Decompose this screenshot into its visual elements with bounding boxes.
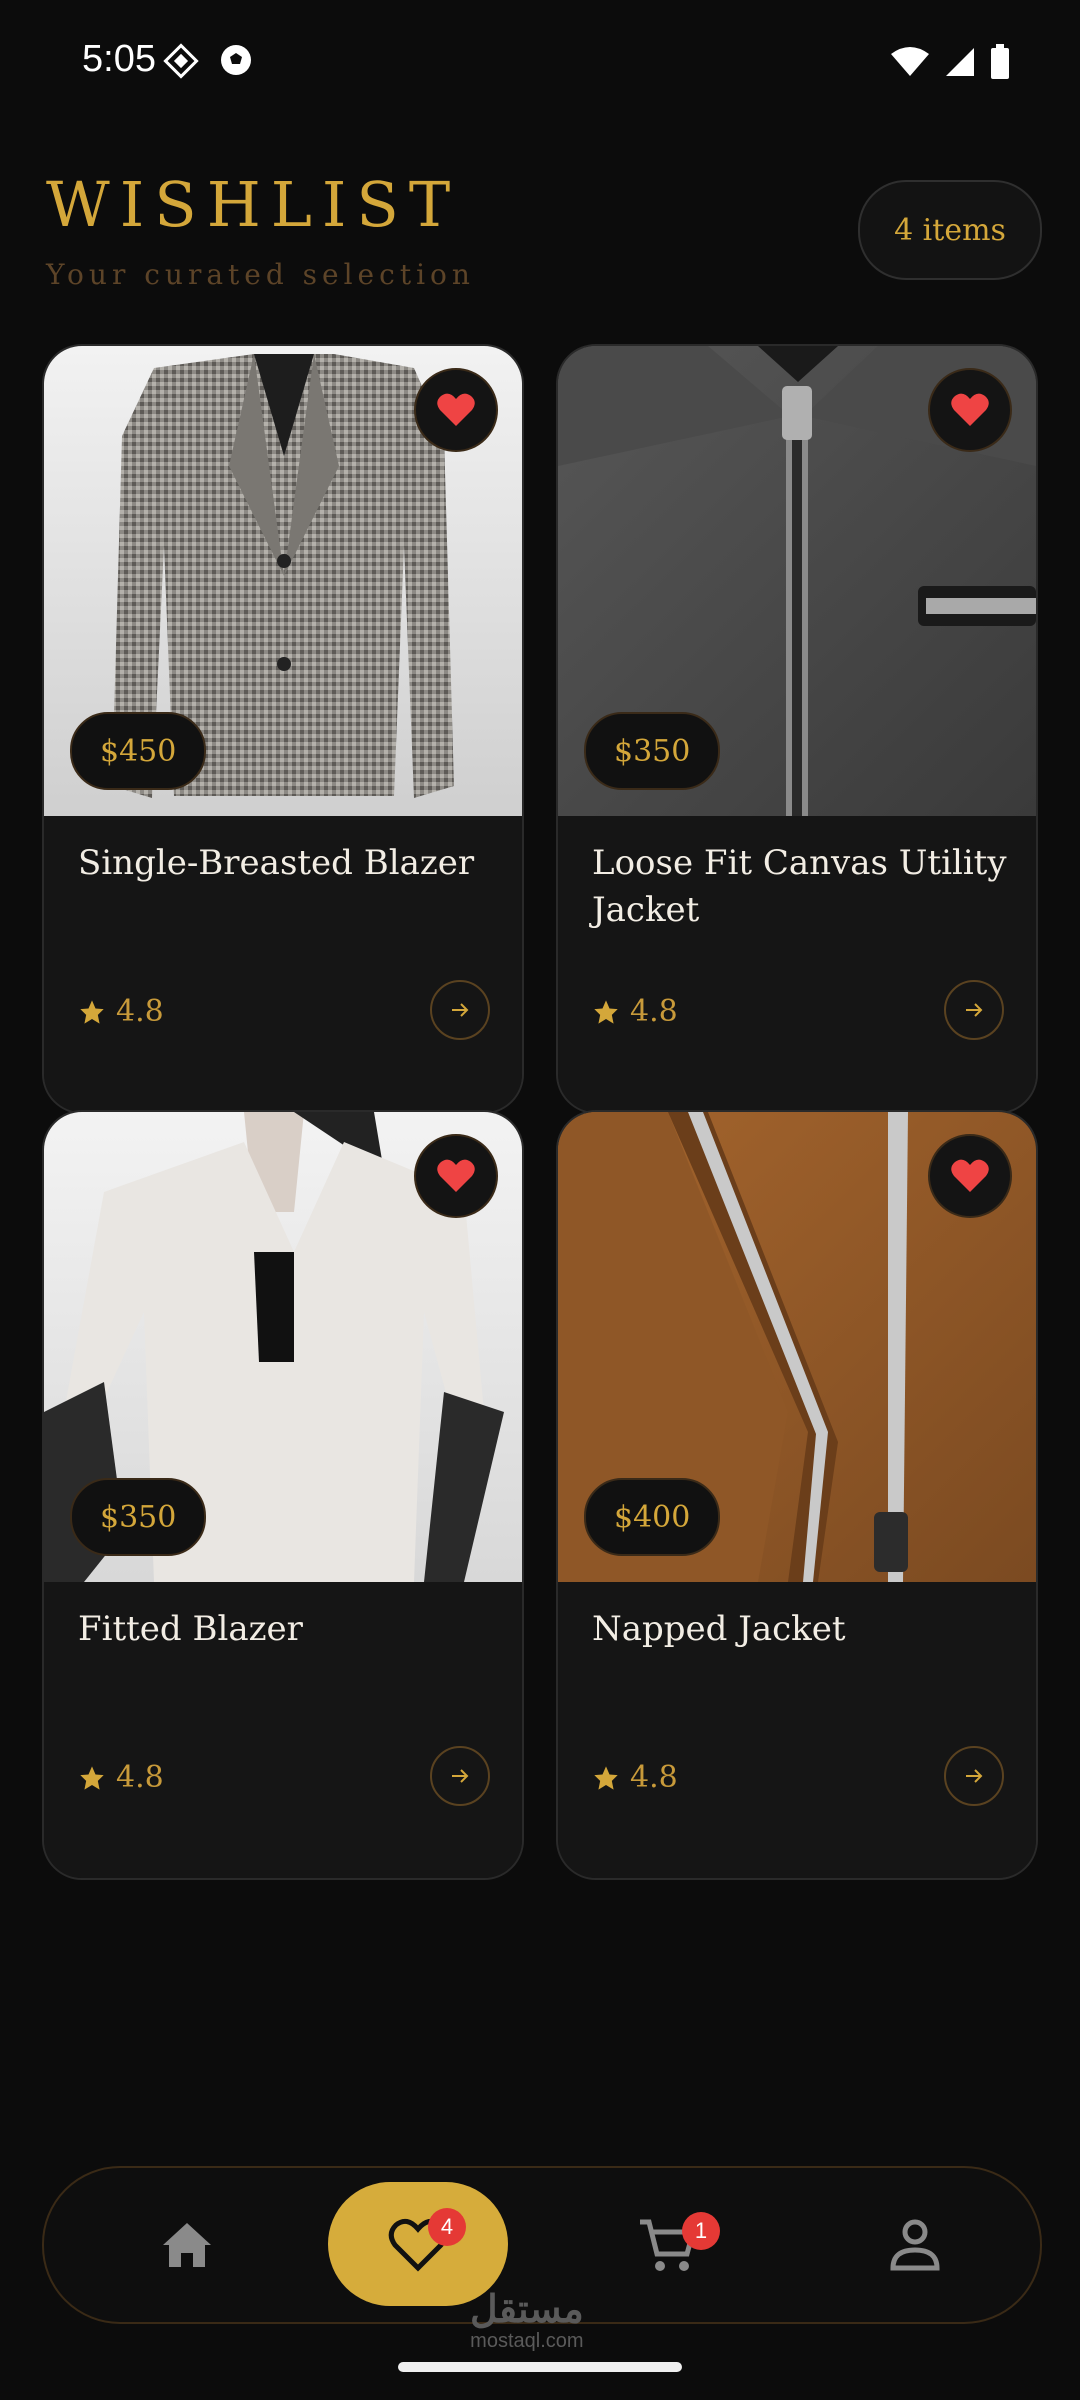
product-image[interactable]: $400 <box>558 1112 1036 1582</box>
rating-value: 4.8 <box>630 994 678 1029</box>
product-image[interactable]: $350 <box>558 346 1036 816</box>
item-count-badge: 4 items <box>858 180 1042 280</box>
rating: 4.8 <box>78 994 164 1029</box>
watermark-latin: mostaql.com <box>470 2330 584 2352</box>
rating: 4.8 <box>78 1760 164 1795</box>
product-image[interactable]: $450 <box>44 346 522 816</box>
star-icon <box>594 1765 618 1790</box>
profile-icon <box>890 2219 940 2271</box>
app-notification-icon <box>162 42 200 84</box>
product-name: Napped Jacket <box>592 1609 846 1649</box>
heart-filled-icon <box>437 1159 475 1192</box>
heart-filled-icon <box>437 393 475 426</box>
product-card[interactable]: $450 Single-Breasted Blazer 4.8 <box>42 344 524 1114</box>
product-name: Loose Fit Canvas Utility Jacket <box>592 843 1007 930</box>
view-product-button[interactable] <box>430 1746 490 1806</box>
remove-from-wishlist-button[interactable] <box>414 1134 498 1218</box>
cart-count-badge: 1 <box>682 2212 720 2250</box>
arrow-right-icon <box>452 1769 469 1783</box>
rating: 4.8 <box>592 1760 678 1795</box>
status-time: 5:05 <box>82 38 156 80</box>
remove-from-wishlist-button[interactable] <box>928 368 1012 452</box>
price-badge: $450 <box>70 712 207 790</box>
page-title: WISHLIST <box>46 168 461 241</box>
home-indicator[interactable] <box>398 2362 682 2372</box>
rating-value: 4.8 <box>630 1760 678 1795</box>
remove-from-wishlist-button[interactable] <box>928 1134 1012 1218</box>
star-icon <box>80 1765 104 1790</box>
price-badge: $350 <box>584 712 721 790</box>
product-image[interactable]: $350 <box>44 1112 522 1582</box>
soccer-ball-icon <box>218 42 254 84</box>
page-subtitle: Your curated selection <box>46 258 475 291</box>
nav-cart[interactable]: 1 <box>604 2168 730 2322</box>
price-badge: $350 <box>70 1478 207 1556</box>
rating-value: 4.8 <box>116 994 164 1029</box>
signal-icon <box>944 46 976 82</box>
nav-profile[interactable] <box>852 2168 978 2322</box>
watermark-arabic: مستقل <box>470 2289 584 2331</box>
remove-from-wishlist-button[interactable] <box>414 368 498 452</box>
watermark: مستقل mostaql.com <box>470 2290 584 2353</box>
rating-value: 4.8 <box>116 1760 164 1795</box>
wishlist-count-badge: 4 <box>428 2208 466 2246</box>
battery-icon <box>990 44 1010 84</box>
product-card[interactable]: $350 Loose Fit Canvas Utility Jacket 4.8 <box>556 344 1038 1114</box>
star-icon <box>594 999 618 1024</box>
rating: 4.8 <box>592 994 678 1029</box>
view-product-button[interactable] <box>944 1746 1004 1806</box>
heart-filled-icon <box>951 1159 989 1192</box>
price-badge: $400 <box>584 1478 721 1556</box>
product-name: Fitted Blazer <box>78 1609 303 1649</box>
nav-home[interactable] <box>124 2168 250 2322</box>
nav-wishlist[interactable]: 4 <box>358 2168 478 2322</box>
status-bar: 5:05 <box>0 0 1080 130</box>
arrow-right-icon <box>966 1003 983 1017</box>
view-product-button[interactable] <box>430 980 490 1040</box>
home-icon <box>163 2223 211 2267</box>
heart-filled-icon <box>951 393 989 426</box>
product-card[interactable]: $400 Napped Jacket 4.8 <box>556 1110 1038 1880</box>
product-card[interactable]: $350 Fitted Blazer 4.8 <box>42 1110 524 1880</box>
product-name: Single-Breasted Blazer <box>78 843 475 883</box>
arrow-right-icon <box>452 1003 469 1017</box>
view-product-button[interactable] <box>944 980 1004 1040</box>
wifi-icon <box>890 46 930 82</box>
star-icon <box>80 999 104 1024</box>
arrow-right-icon <box>966 1769 983 1783</box>
